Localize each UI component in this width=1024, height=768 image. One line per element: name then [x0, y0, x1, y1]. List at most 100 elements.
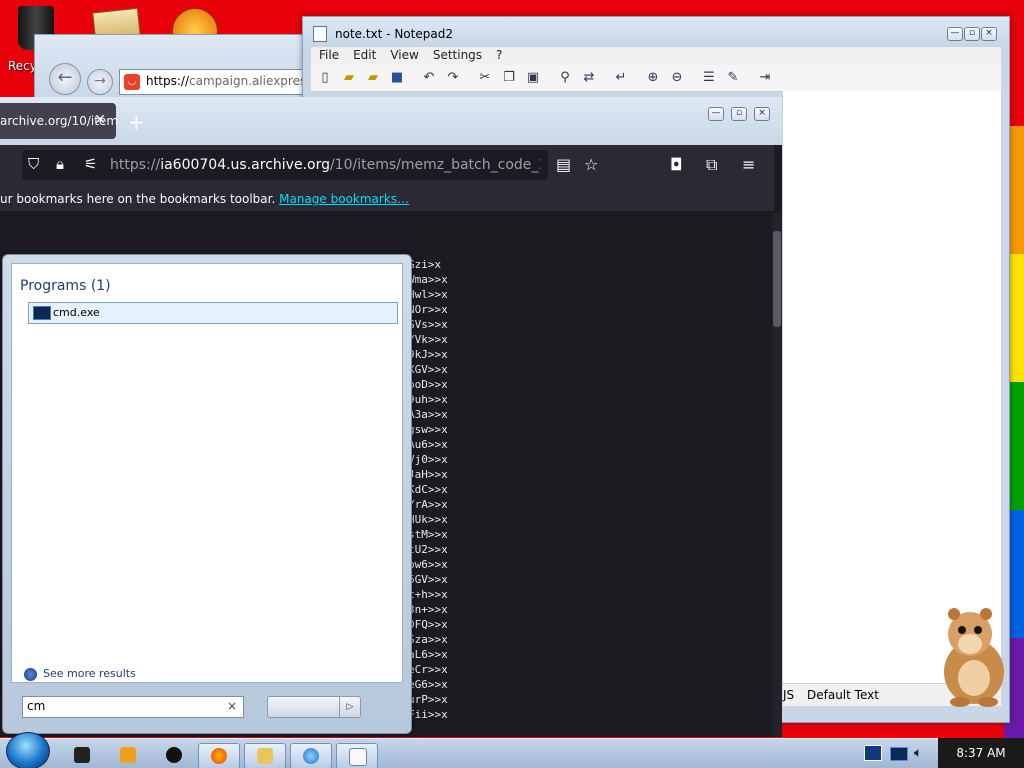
taskbar-ie[interactable] [290, 743, 332, 768]
page-scrollbar[interactable] [772, 213, 782, 737]
content-line: c+h>>x [408, 588, 448, 601]
shutdown-button[interactable]: ▷ [267, 696, 361, 718]
content-line: DFQ>>x [408, 618, 448, 631]
notepad-app-icon [313, 26, 327, 42]
volume-icon[interactable]: 🔈︎ [914, 745, 930, 761]
content-line: Hwl>>x [408, 288, 448, 301]
start-search-box[interactable]: × [22, 696, 244, 718]
notepad-edit-area[interactable] [783, 91, 1001, 684]
recycle-bin-label: Recy [8, 59, 37, 73]
taskbar-explorer[interactable] [244, 743, 286, 768]
ie-address-bar[interactable]: ◡ https://campaign.aliexpress.c [119, 69, 331, 95]
see-more-results-link[interactable]: See more results [24, 667, 136, 681]
paste-icon[interactable]: ▣ [525, 70, 541, 86]
content-text-lines: Gzi>x Wma>>x Hwl>>x NOr>>x GVs>>x YVk>>x 9kJ>>… [408, 257, 448, 722]
replace-icon[interactable]: ⇄ [581, 70, 597, 86]
lock-icon[interactable]: 🔒︎ [56, 155, 64, 173]
content-line: JaH>>x [408, 468, 448, 481]
shield-icon[interactable]: ⛉ [28, 155, 39, 173]
shutdown-options-arrow-icon[interactable]: ▷ [339, 697, 360, 717]
ff-minimize-button[interactable]: — [708, 107, 724, 121]
ie-window[interactable]: ← → ◡ https://campaign.aliexpress.c [34, 34, 331, 106]
taskbar-app-1[interactable] [62, 743, 102, 767]
content-line: 6GV>>x [408, 573, 448, 586]
exit-icon[interactable]: ⇥ [757, 70, 773, 86]
new-tab-icon[interactable]: + [128, 110, 145, 134]
scrollbar-thumb[interactable] [773, 231, 781, 327]
content-line: eCr>>x [408, 663, 448, 676]
clear-search-icon[interactable]: × [227, 699, 237, 713]
browse-icon[interactable]: ▰ [365, 70, 381, 86]
taskbar-clock[interactable]: 8:37 AM [938, 738, 1024, 768]
notepad-menubar: File Edit View Settings? [311, 47, 1001, 65]
undo-icon[interactable]: ↶ [421, 70, 437, 86]
start-orb-button[interactable] [6, 732, 50, 768]
taskbar-firefox[interactable] [198, 743, 240, 768]
ff-maximize-button[interactable]: ▫ [731, 107, 747, 121]
tab-archive[interactable]: archive.org/10/item ✕ [0, 103, 118, 139]
pocket-icon[interactable]: ◘ [670, 155, 683, 174]
tab-close-icon[interactable]: ✕ [94, 112, 106, 128]
save-icon[interactable]: ■ [389, 70, 405, 86]
new-file-icon[interactable]: ▯ [317, 70, 333, 86]
cut-icon[interactable]: ✂ [477, 70, 493, 86]
content-line: 9kJ>>x [408, 348, 448, 361]
taskbar-app-1-icon [74, 747, 90, 763]
content-line: urP>>x [408, 693, 448, 706]
copy-icon[interactable]: ❐ [501, 70, 517, 86]
action-center-flag-icon[interactable] [864, 745, 882, 761]
ff-close-button[interactable]: × [754, 107, 770, 121]
taskbar-media-player[interactable] [108, 743, 148, 767]
extensions-icon[interactable]: ⧉ [706, 155, 717, 175]
content-line: 9uh>>x [408, 393, 448, 406]
close-button[interactable]: × [981, 27, 997, 41]
redo-icon[interactable]: ↷ [445, 70, 461, 86]
content-line: gsw>>x [408, 423, 448, 436]
forward-arrow-icon[interactable]: → [87, 69, 113, 95]
content-line: Gzi>x [408, 258, 442, 271]
back-arrow-icon[interactable]: ← [49, 63, 81, 95]
bookmarks-toolbar: ur bookmarks here on the bookmarks toolb… [0, 185, 774, 211]
customize-icon[interactable]: ✎ [725, 70, 741, 86]
taskbar-notepad2[interactable] [336, 743, 378, 768]
menu-edit[interactable]: Edit [345, 47, 382, 62]
content-line: tU2>>x [408, 543, 448, 556]
programs-header: Programs (1) [20, 278, 111, 294]
content-line: 3n+>>x [408, 603, 448, 616]
find-icon[interactable]: ⚲ [557, 70, 573, 86]
content-line: Vj0>>x [408, 453, 448, 466]
aliexpress-favicon-icon: ◡ [124, 74, 140, 90]
open-folder-icon[interactable]: ▰ [341, 70, 357, 86]
notepad-icon [349, 748, 367, 766]
taskbar-app-3[interactable] [154, 743, 194, 767]
menu-help[interactable]: ? [488, 47, 508, 62]
word-wrap-icon[interactable]: ↵ [613, 70, 629, 86]
network-icon[interactable] [890, 747, 908, 761]
start-menu: Programs (1) cmd.exe See more results × … [2, 254, 412, 734]
minimize-button[interactable]: — [947, 27, 963, 41]
menu-settings[interactable]: Settings [425, 47, 488, 62]
content-line: XGV>>x [408, 363, 448, 376]
hamburger-menu-icon[interactable]: ≡ [742, 155, 755, 174]
content-line: YVk>>x [408, 333, 448, 346]
content-line: boD>>x [408, 378, 448, 391]
menu-file[interactable]: File [311, 47, 345, 62]
scheme-icon[interactable]: ☰ [701, 70, 717, 86]
start-search-input[interactable] [27, 699, 217, 713]
zoom-in-icon[interactable]: ⊕ [645, 70, 661, 86]
content-line: Wma>>x [408, 273, 448, 286]
reader-view-icon[interactable]: ▤ [556, 155, 571, 174]
hamster-mascot[interactable] [930, 604, 1010, 708]
notepad-titlebar[interactable]: note.txt - Notepad2 — ▫ × [303, 17, 1009, 47]
zoom-out-icon[interactable]: ⊖ [669, 70, 685, 86]
firefox-url-bar[interactable]: ⛉ 🔒︎ ⚟ https://ia600704.us.archive.org/1… [22, 150, 548, 180]
ie-icon [303, 748, 319, 764]
maximize-button[interactable]: ▫ [964, 27, 980, 41]
menu-view[interactable]: View [382, 47, 424, 62]
permissions-icon[interactable]: ⚟ [84, 155, 97, 173]
result-cmd-exe[interactable]: cmd.exe [28, 302, 398, 324]
content-line: Fii>>x [408, 708, 448, 721]
manage-bookmarks-link[interactable]: Manage bookmarks… [279, 192, 409, 206]
bookmark-star-icon[interactable]: ☆ [584, 155, 598, 174]
folder-icon [257, 748, 273, 764]
